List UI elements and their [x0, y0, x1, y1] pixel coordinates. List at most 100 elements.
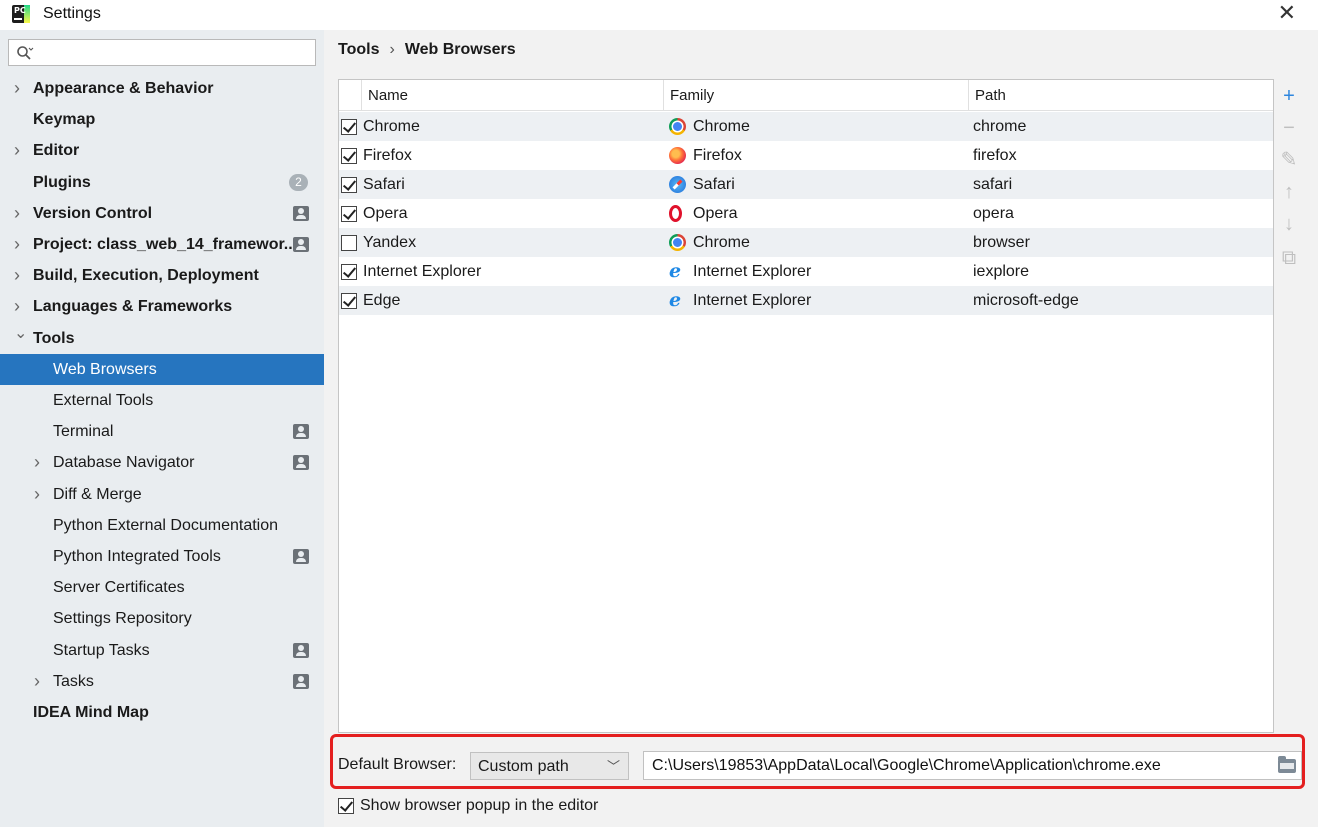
browser-family-cell[interactable]: Firefox — [693, 141, 742, 170]
folder-icon[interactable] — [1278, 756, 1296, 773]
sidebar-item-label: Editor — [33, 142, 80, 159]
browser-name-cell[interactable]: Firefox — [363, 141, 412, 170]
browser-name-cell[interactable]: Internet Explorer — [363, 257, 481, 286]
sidebar-item[interactable]: › Build, Execution, Deployment — [0, 260, 324, 291]
browser-active-checkbox[interactable] — [341, 206, 357, 222]
sidebar-item[interactable]: External Tools — [0, 385, 324, 416]
sidebar-item[interactable]: IDEA Mind Map — [0, 697, 324, 728]
browser-name-cell[interactable]: Yandex — [363, 228, 416, 257]
table-row[interactable]: Internet Explorer e Internet Explorer iexpl… — [339, 257, 1273, 286]
table-row[interactable]: Edge e Internet Explorer microsoft-edge — [339, 286, 1273, 315]
table-row[interactable]: Yandex Chrome browser — [339, 228, 1273, 257]
breadcrumb-parent[interactable]: Tools — [338, 41, 379, 58]
sidebar-item[interactable]: › Languages & Frameworks — [0, 291, 324, 322]
chevron-right-icon[interactable]: › — [14, 229, 28, 260]
browser-family-cell[interactable]: Internet Explorer — [693, 257, 811, 286]
browser-family-cell[interactable]: Internet Explorer — [693, 286, 811, 315]
search-box[interactable] — [8, 39, 316, 66]
move-up-icon[interactable]: ↑ — [1278, 181, 1300, 203]
sidebar-item[interactable]: › Appearance & Behavior — [0, 73, 324, 104]
sidebar-item[interactable]: Web Browsers — [0, 354, 324, 385]
project-level-icon — [293, 643, 309, 658]
sidebar-item-label: Web Browsers — [53, 361, 157, 378]
browser-path-cell[interactable]: browser — [973, 228, 1030, 257]
sidebar-item[interactable]: › Project: class_web_14_framewor... — [0, 229, 324, 260]
column-header-family[interactable]: Family — [663, 80, 968, 111]
sidebar-item[interactable]: Startup Tasks — [0, 635, 324, 666]
sidebar-item[interactable]: Keymap — [0, 104, 324, 135]
browser-active-checkbox[interactable] — [341, 264, 357, 280]
sidebar-item[interactable]: › Database Navigator — [0, 447, 324, 478]
browsers-table: Name Family Path Chrome Chrome chrome Firef… — [338, 79, 1274, 733]
sidebar-item[interactable]: › Version Control — [0, 198, 324, 229]
browser-path-cell[interactable]: microsoft-edge — [973, 286, 1079, 315]
search-icon — [17, 46, 34, 60]
browser-active-checkbox[interactable] — [341, 177, 357, 193]
project-level-icon — [293, 674, 309, 689]
sidebar-item[interactable]: › Tasks — [0, 666, 324, 697]
project-level-icon — [293, 237, 309, 252]
sidebar-item[interactable]: Terminal — [0, 416, 324, 447]
project-level-icon — [293, 424, 309, 439]
browser-active-checkbox[interactable] — [341, 148, 357, 164]
add-icon[interactable]: + — [1278, 85, 1300, 107]
table-row[interactable]: Opera Opera opera — [339, 199, 1273, 228]
project-level-icon — [293, 206, 309, 221]
browser-name-cell[interactable]: Edge — [363, 286, 400, 315]
browser-path-cell[interactable]: iexplore — [973, 257, 1029, 286]
chevron-right-icon[interactable]: › — [34, 447, 48, 478]
browser-path-cell[interactable]: opera — [973, 199, 1014, 228]
chevron-right-icon[interactable]: › — [14, 260, 28, 291]
browser-path-field[interactable] — [643, 751, 1302, 780]
sidebar-item[interactable]: Plugins 2 — [0, 167, 324, 198]
browser-path-cell[interactable]: firefox — [973, 141, 1017, 170]
sidebar-item-label: IDEA Mind Map — [33, 704, 149, 721]
browser-name-cell[interactable]: Safari — [363, 170, 405, 199]
move-down-icon[interactable]: ↓ — [1278, 213, 1300, 235]
breadcrumb-current: Web Browsers — [404, 41, 516, 58]
column-header-path[interactable]: Path — [968, 80, 1273, 111]
browser-active-checkbox[interactable] — [341, 119, 357, 135]
copy-icon[interactable]: ⧉ — [1278, 247, 1300, 269]
sidebar-item[interactable]: › Diff & Merge — [0, 479, 324, 510]
chevron-right-icon[interactable]: › — [14, 135, 28, 166]
table-row[interactable]: Chrome Chrome chrome — [339, 112, 1273, 141]
sidebar-item[interactable]: Settings Repository — [0, 603, 324, 634]
browser-name-cell[interactable]: Opera — [363, 199, 407, 228]
sidebar-item[interactable]: › Editor — [0, 135, 324, 166]
remove-icon[interactable]: − — [1278, 117, 1300, 139]
browser-family-cell[interactable]: Chrome — [693, 228, 750, 257]
sidebar-item[interactable]: Python External Documentation — [0, 510, 324, 541]
browser-family-cell[interactable]: Chrome — [693, 112, 750, 141]
browser-path-input[interactable] — [650, 755, 1270, 777]
chevron-right-icon[interactable]: › — [14, 73, 28, 104]
pycharm-app-icon: PC — [12, 5, 30, 23]
browser-active-checkbox[interactable] — [341, 235, 357, 251]
sidebar-item[interactable]: Python Integrated Tools — [0, 541, 324, 572]
browser-path-cell[interactable]: chrome — [973, 112, 1026, 141]
chevron-right-icon[interactable]: › — [14, 291, 28, 322]
show-popup-checkbox[interactable] — [338, 798, 354, 814]
browser-active-checkbox[interactable] — [341, 293, 357, 309]
chevron-down-icon[interactable]: ⌄ — [14, 323, 28, 354]
chevron-right-icon[interactable]: › — [34, 666, 48, 697]
browser-name-cell[interactable]: Chrome — [363, 112, 420, 141]
chevron-right-icon[interactable]: › — [34, 479, 48, 510]
safari-icon — [669, 176, 686, 193]
browser-family-cell[interactable]: Safari — [693, 170, 735, 199]
search-input[interactable] — [39, 42, 309, 63]
sidebar-item[interactable]: ⌄ Tools — [0, 323, 324, 354]
sidebar-item[interactable]: Server Certificates — [0, 572, 324, 603]
chevron-right-icon[interactable]: › — [14, 198, 28, 229]
checkbox-column-header — [339, 80, 359, 111]
browser-family-cell[interactable]: Opera — [693, 199, 737, 228]
table-row[interactable]: Firefox Firefox firefox — [339, 141, 1273, 170]
browser-path-cell[interactable]: safari — [973, 170, 1012, 199]
close-icon[interactable]: ✕ — [1278, 2, 1296, 24]
sidebar-item-label: Terminal — [53, 423, 114, 440]
default-browser-dropdown[interactable]: Custom path ﹀ — [470, 752, 629, 780]
table-row[interactable]: Safari Safari safari — [339, 170, 1273, 199]
edit-icon[interactable]: ✎ — [1278, 149, 1300, 171]
column-header-name[interactable]: Name — [361, 80, 663, 111]
sidebar-item-label: Build, Execution, Deployment — [33, 267, 259, 284]
